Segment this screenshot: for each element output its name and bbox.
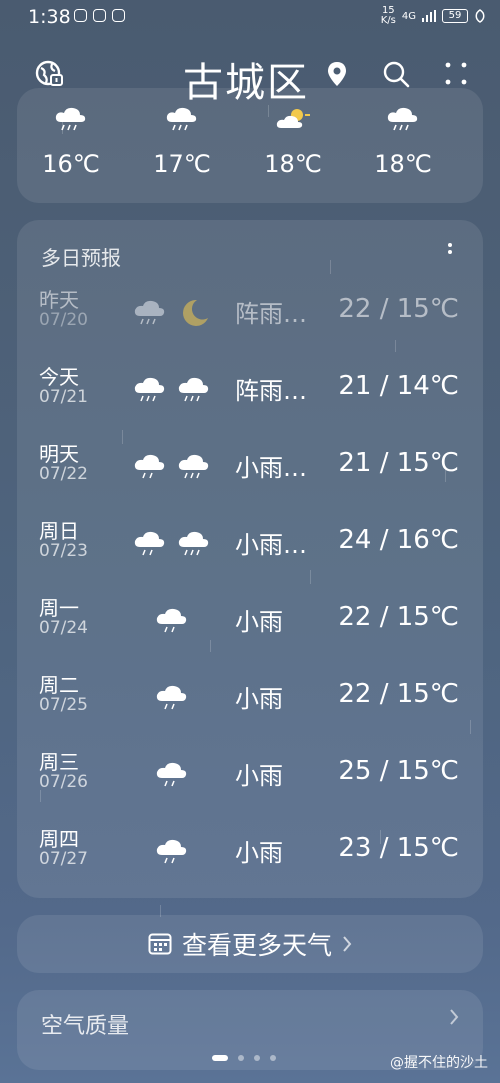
forecast-title: 多日预报 [41,246,121,270]
forecast-condition: 小雨… [235,454,307,482]
more-vertical-icon[interactable] [447,242,453,262]
forecast-row[interactable]: 周三 07/26 小雨 25 / 15℃ [17,746,483,812]
page-dot [238,1055,244,1061]
forecast-day: 周一 [39,596,79,620]
status-bar: 1:38 15 K/s 4G 59 [0,0,500,34]
hourly-forecast-card[interactable]: 16℃ 17℃ 18℃ 18℃ [17,88,483,203]
forecast-temp-range: 22 / 15℃ [338,602,459,632]
calendar-icon [148,933,172,955]
hourly-temp: 18℃ [374,150,432,178]
rain-cloud-icon [387,107,418,131]
partly-sunny-icon [276,109,310,128]
network-type: 4G [401,10,416,22]
more-options-icon[interactable] [444,60,468,88]
rain-cloud-icon [156,839,187,864]
forecast-row[interactable]: 明天 07/22 小雨… 21 / 15℃ [17,438,483,504]
forecast-day: 周三 [39,750,79,774]
rain-cloud-icon [134,300,165,325]
status-time: 1:38 [28,6,71,28]
forecast-day: 周二 [39,673,79,697]
more-weather-button[interactable]: 查看更多天气 [17,915,483,973]
page-dot [254,1055,260,1061]
moon-icon [183,299,208,326]
leaf-icon [475,9,485,23]
forecast-temp-range: 22 / 15℃ [338,679,459,709]
forecast-temp-range: 23 / 15℃ [338,833,459,863]
forecast-temp-range: 24 / 16℃ [338,525,459,555]
hourly-item: 17℃ [142,106,222,178]
rain-cloud-icon [178,531,209,556]
signal-icon [422,10,436,22]
page-indicator [212,1055,276,1061]
forecast-condition: 小雨 [235,608,283,636]
rain-cloud-icon [134,454,165,479]
vibrate-icon [112,9,125,22]
watermark: @握不住的沙土 [390,1055,488,1071]
forecast-day: 昨天 [39,288,79,312]
forecast-condition: 小雨 [235,839,283,867]
hourly-temp: 16℃ [42,150,100,178]
search-icon[interactable] [382,60,410,88]
hourly-item: 18℃ [363,106,443,178]
forecast-temp-range: 25 / 15℃ [338,756,459,786]
rain-cloud-icon [178,454,209,479]
forecast-day: 周四 [39,827,79,851]
forecast-condition: 阵雨… [235,300,307,328]
forecast-temp-range: 21 / 14℃ [338,371,459,401]
forecast-temp-range: 21 / 15℃ [338,448,459,478]
rain-cloud-icon [55,107,86,131]
forecast-date: 07/24 [39,618,88,638]
chevron-right-icon [450,1009,459,1025]
forecast-row[interactable]: 昨天 07/20 阵雨… 22 / 15℃ [17,284,483,350]
forecast-date: 07/23 [39,541,88,561]
forecast-date: 07/21 [39,387,88,407]
hourly-temp: 17℃ [153,150,211,178]
battery-indicator: 59 [442,9,468,23]
rain-cloud-icon [134,531,165,556]
forecast-condition: 阵雨… [235,377,307,405]
forecast-row[interactable]: 今天 07/21 阵雨… 21 / 14℃ [17,361,483,427]
forecast-day: 周日 [39,519,79,543]
rain-cloud-icon [156,762,187,787]
rain-cloud-icon [156,608,187,633]
chevron-right-icon [343,936,352,952]
forecast-condition: 小雨… [235,531,307,559]
forecast-row[interactable]: 周四 07/27 小雨 23 / 15℃ [17,823,483,889]
forecast-day: 明天 [39,442,79,466]
page-dot [270,1055,276,1061]
forecast-temp-range: 22 / 15℃ [338,294,459,324]
forecast-condition: 小雨 [235,762,283,790]
multi-day-forecast-card: 多日预报 昨天 07/20 阵雨… 22 / 15℃ 今天 07/21 阵雨… … [17,220,483,898]
forecast-condition: 小雨 [235,685,283,713]
forecast-date: 07/20 [39,310,88,330]
forecast-row[interactable]: 周日 07/23 小雨… 24 / 16℃ [17,515,483,581]
rain-cloud-icon [134,377,165,402]
hourly-temp: 18℃ [264,150,322,178]
forecast-date: 07/26 [39,772,88,792]
forecast-date: 07/25 [39,695,88,715]
rain-cloud-icon [178,377,209,402]
more-weather-label: 查看更多天气 [181,931,332,960]
location-pin-icon [328,62,346,86]
forecast-date: 07/22 [39,464,88,484]
hourly-item: 16℃ [31,106,111,178]
forecast-date: 07/27 [39,849,88,869]
air-quality-label: 空气质量 [41,1014,130,1039]
alarm-icon [93,9,106,22]
page-dot-active [212,1055,228,1061]
rain-cloud-icon [156,685,187,710]
rain-cloud-icon [166,107,197,131]
forecast-day: 今天 [39,365,79,389]
forecast-row[interactable]: 周一 07/24 小雨 22 / 15℃ [17,592,483,658]
cloud-notification-icon [74,9,87,22]
hourly-item: 18℃ [253,106,333,178]
network-speed: 15 K/s [380,5,396,26]
city-manage-icon[interactable] [34,58,64,88]
forecast-row[interactable]: 周二 07/25 小雨 22 / 15℃ [17,669,483,735]
